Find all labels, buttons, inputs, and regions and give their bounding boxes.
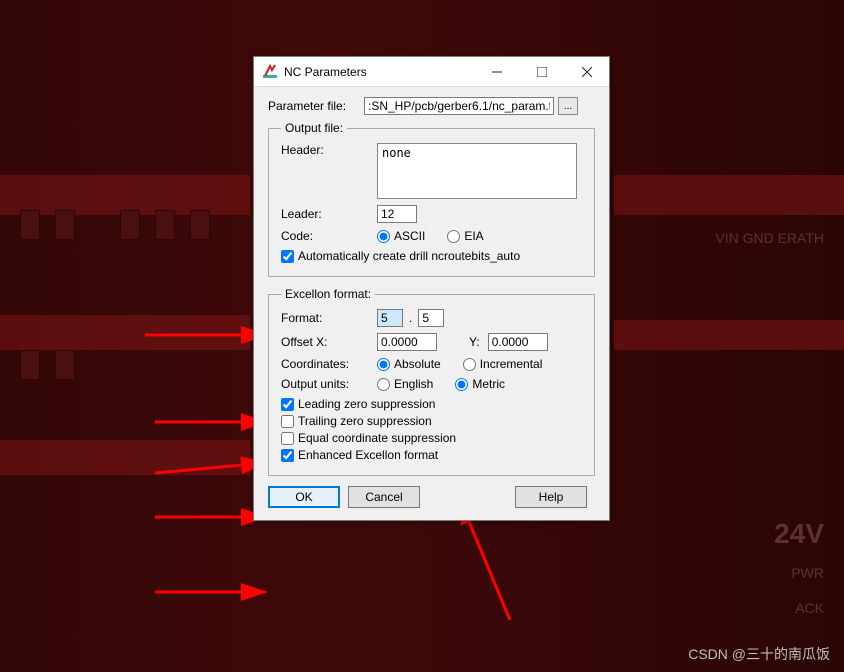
output-file-group: Output file: Header: none Leader: Code: … [268,121,595,277]
code-ascii-radio[interactable]: ASCII [377,229,425,243]
cancel-button[interactable]: Cancel [348,486,420,508]
app-icon [262,64,278,80]
output-file-legend: Output file: [281,121,347,135]
output-units-label: Output units: [281,377,377,391]
code-label: Code: [281,229,377,243]
enhanced-excellon-checkbox[interactable] [281,449,294,462]
coords-incremental-radio[interactable]: Incremental [463,357,543,371]
equal-coord-checkbox[interactable] [281,432,294,445]
auto-create-label: Automatically create drill ncroutebits_a… [298,249,520,263]
nc-parameters-dialog: NC Parameters Parameter file: ... Output… [253,56,610,521]
header-textarea[interactable]: none [377,143,577,199]
excellon-legend: Excellon format: [281,287,375,301]
browse-button[interactable]: ... [558,97,578,115]
pcb-label-ack: ACK [795,600,824,616]
maximize-button[interactable] [519,57,564,86]
auto-create-checkbox[interactable] [281,250,294,263]
ok-button[interactable]: OK [268,486,340,508]
leader-label: Leader: [281,207,377,221]
format-a-input[interactable] [377,309,403,327]
pcb-label-24v: 24V [774,518,824,550]
offsetx-label: Offset X: [281,335,377,349]
minimize-button[interactable] [474,57,519,86]
parameter-file-label: Parameter file: [268,99,364,113]
offsety-label: Y: [469,335,480,349]
header-label: Header: [281,143,377,157]
pcb-label-pwr: PWR [791,565,824,581]
format-b-input[interactable] [418,309,444,327]
dialog-title: NC Parameters [284,65,474,79]
leading-zero-label: Leading zero suppression [298,397,435,411]
units-metric-radio[interactable]: Metric [455,377,505,391]
titlebar: NC Parameters [254,57,609,87]
trailing-zero-checkbox[interactable] [281,415,294,428]
offsetx-input[interactable] [377,333,437,351]
format-label: Format: [281,311,377,325]
watermark: CSDN @三十的南瓜饭 [688,644,830,664]
units-english-radio[interactable]: English [377,377,433,391]
coords-absolute-radio[interactable]: Absolute [377,357,441,371]
help-button[interactable]: Help [515,486,587,508]
close-button[interactable] [564,57,609,86]
equal-coord-label: Equal coordinate suppression [298,431,456,445]
leader-input[interactable] [377,205,417,223]
enhanced-excellon-label: Enhanced Excellon format [298,448,438,462]
excellon-format-group: Excellon format: Format: . Offset X: Y: … [268,287,595,476]
coordinates-label: Coordinates: [281,357,377,371]
offsety-input[interactable] [488,333,548,351]
code-eia-radio[interactable]: EIA [447,229,483,243]
leading-zero-checkbox[interactable] [281,398,294,411]
parameter-file-input[interactable] [364,97,554,115]
pcb-label-vin: VIN GND ERATH [715,230,824,246]
trailing-zero-label: Trailing zero suppression [298,414,432,428]
